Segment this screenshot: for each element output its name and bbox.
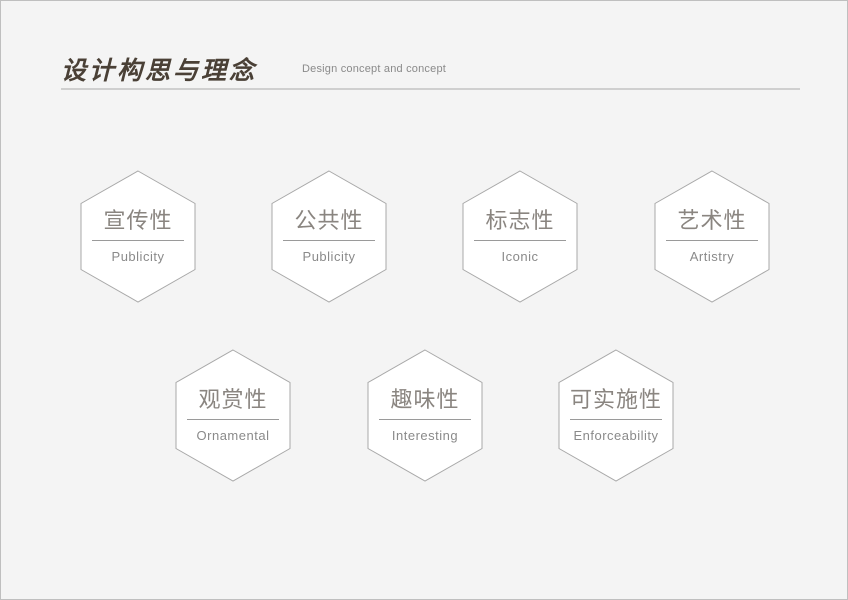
hexagon-shape [558, 349, 674, 482]
hexagon-title-en: Enforceability [573, 428, 659, 443]
hexagon-shape [271, 170, 387, 303]
hexagon-shape [654, 170, 770, 303]
hexagon-shape [367, 349, 483, 482]
title-divider [61, 88, 800, 90]
hexagon-title-cn: 可实施性 [569, 388, 662, 413]
page-title: 设计构思与理念 [61, 56, 258, 85]
hexagon-title-en: Artistry [689, 249, 735, 264]
hexagon-title-en: Interesting [391, 428, 459, 443]
hexagon-divider [187, 419, 279, 420]
hexagon-shape [80, 170, 196, 303]
hexagon-shape [462, 170, 578, 303]
hexagon-divider [379, 419, 471, 420]
hexagon-title-cn: 宣传性 [103, 209, 173, 234]
hexagon-divider [283, 240, 375, 241]
hexagon-title-en: Publicity [111, 249, 165, 264]
hexagon-card-publicity-2: 公共性 Publicity [271, 170, 387, 303]
hexagon-card-publicity-1: 宣传性 Publicity [80, 170, 196, 303]
hexagon-card-enforceability: 可实施性 Enforceability [558, 349, 674, 482]
hexagon-card-artistry: 艺术性 Artistry [654, 170, 770, 303]
hexagon-title-cn: 艺术性 [677, 209, 747, 234]
hexagon-divider [570, 419, 662, 420]
hexagon-title-en: Iconic [501, 249, 539, 264]
hexagon-title-cn: 趣味性 [390, 388, 460, 413]
page-canvas: 设计构思与理念 Design concept and concept 宣传性 P… [0, 0, 848, 600]
hexagon-title-en: Ornamental [196, 428, 270, 443]
hexagon-title-en: Publicity [302, 249, 356, 264]
hexagon-card-iconic: 标志性 Iconic [462, 170, 578, 303]
hexagon-title-cn: 公共性 [294, 209, 364, 234]
hexagon-divider [474, 240, 566, 241]
hexagon-divider [92, 240, 184, 241]
hexagon-card-interesting: 趣味性 Interesting [367, 349, 483, 482]
hexagon-title-cn: 观赏性 [198, 388, 268, 413]
hexagon-divider [666, 240, 758, 241]
page-subtitle: Design concept and concept [302, 63, 447, 75]
hexagon-card-ornamental: 观赏性 Ornamental [175, 349, 291, 482]
hexagon-shape [175, 349, 291, 482]
hexagon-title-cn: 标志性 [485, 209, 555, 234]
